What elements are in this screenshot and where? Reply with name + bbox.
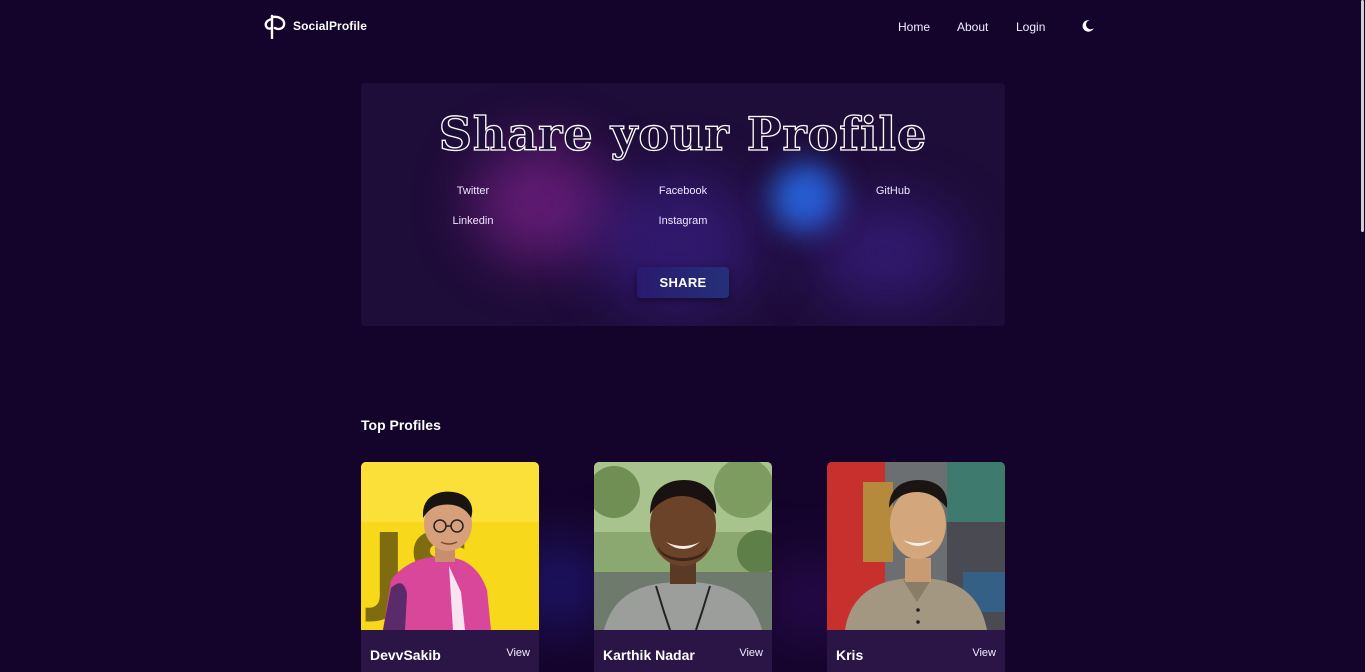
profile-card[interactable]: JS DevvSakib View: [361, 462, 539, 672]
platform-facebook[interactable]: Facebook: [623, 185, 743, 197]
platform-github[interactable]: GitHub: [833, 185, 953, 197]
decorative-glow: [771, 163, 841, 233]
profile-photo: [827, 462, 1005, 630]
moon-icon[interactable]: [1081, 19, 1095, 33]
navbar: SocialProfile Home About Login: [0, 0, 1365, 56]
view-profile-link[interactable]: View: [506, 647, 530, 659]
page-scrollbar[interactable]: [1361, 0, 1365, 672]
brand-logo-icon: [264, 14, 286, 39]
share-button[interactable]: SHARE: [637, 267, 729, 298]
brand-name: SocialProfile: [293, 19, 367, 33]
share-profile-card: Share your Profile Twitter Facebook GitH…: [361, 83, 1005, 326]
view-profile-link[interactable]: View: [739, 647, 763, 659]
brand[interactable]: SocialProfile: [263, 13, 367, 39]
nav-home-link[interactable]: Home: [898, 20, 930, 34]
platform-twitter[interactable]: Twitter: [413, 185, 533, 197]
profile-photo: [594, 462, 772, 630]
decorative-glow: [811, 198, 961, 308]
profile-card-footer: Karthik Nadar View: [594, 630, 772, 672]
profile-card[interactable]: Karthik Nadar View: [594, 462, 772, 672]
page: SocialProfile Home About Login Share you…: [0, 0, 1365, 672]
profile-name: Karthik Nadar: [603, 647, 695, 663]
nav-about-link[interactable]: About: [957, 20, 988, 34]
nav-login-link[interactable]: Login: [1016, 20, 1045, 34]
decorative-glow: [471, 143, 611, 263]
profile-card-footer: Kris View: [827, 630, 1005, 672]
share-title: Share your Profile: [438, 106, 928, 161]
profile-photo: JS: [361, 462, 539, 630]
platform-instagram[interactable]: Instagram: [623, 215, 743, 227]
scrollbar-thumb[interactable]: [1361, 0, 1364, 232]
profile-card-footer: DevvSakib View: [361, 630, 539, 672]
platform-linkedin[interactable]: Linkedin: [413, 215, 533, 227]
top-profiles-heading: Top Profiles: [361, 417, 441, 433]
view-profile-link[interactable]: View: [972, 647, 996, 659]
profile-card[interactable]: Kris View: [827, 462, 1005, 672]
profile-name: DevvSakib: [370, 647, 441, 663]
profile-name: Kris: [836, 647, 864, 663]
